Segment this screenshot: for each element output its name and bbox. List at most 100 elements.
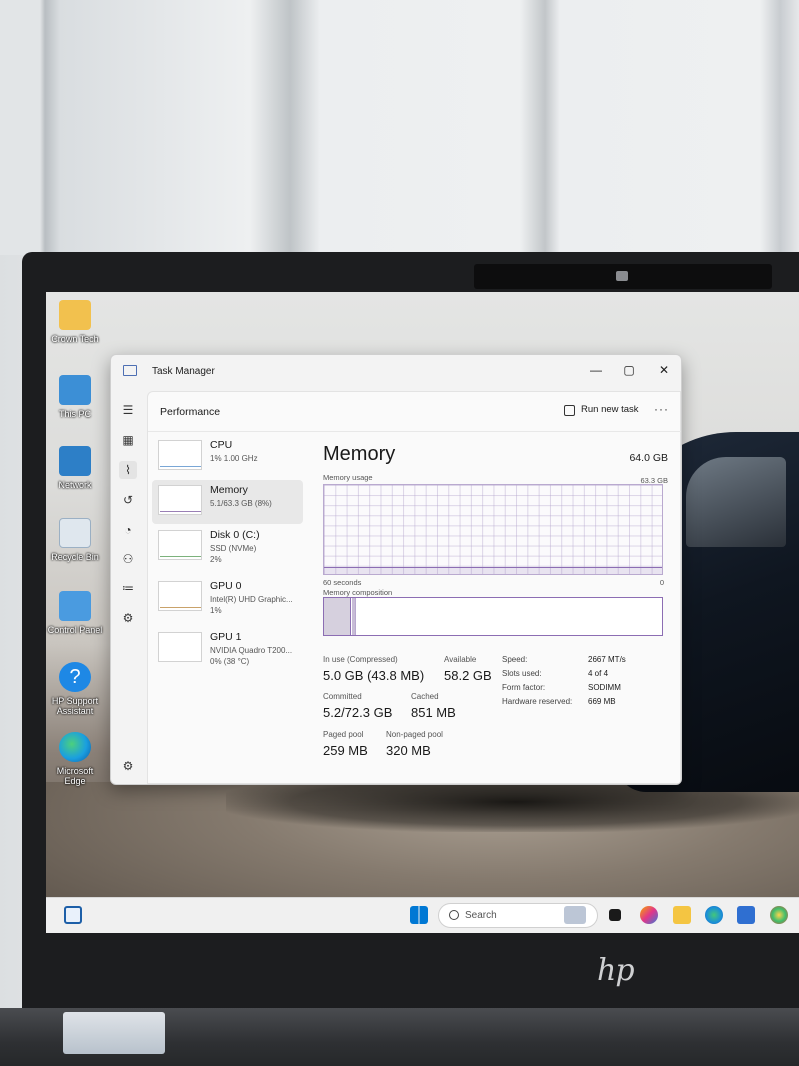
memory-usage-fill bbox=[324, 566, 662, 574]
copilot-icon[interactable] bbox=[640, 906, 658, 924]
resource-item-gpu0[interactable]: GPU 0 Intel(R) UHD Graphic... 1% bbox=[152, 576, 303, 620]
resource-detail: SSD (NVMe) bbox=[210, 544, 257, 553]
desktop-icon-label: Recycle Bin bbox=[51, 552, 99, 562]
processes-icon[interactable]: ▦ bbox=[119, 431, 137, 449]
desktop-icon-edge[interactable]: Microsoft Edge bbox=[45, 732, 105, 786]
resource-detail: NVIDIA Quadro T200... bbox=[210, 646, 293, 655]
page-title: Performance bbox=[160, 406, 221, 418]
details-icon[interactable]: ≔ bbox=[119, 579, 137, 597]
memory-thumbnail-line bbox=[160, 511, 201, 512]
resource-list: CPU 1% 1.00 GHz Memory 5.1/63.3 GB (8%) … bbox=[148, 433, 303, 784]
background-blinds bbox=[0, 0, 799, 255]
resource-item-gpu1[interactable]: GPU 1 NVIDIA Quadro T200... 0% (38 °C) bbox=[152, 627, 303, 671]
resource-usage: 1% bbox=[210, 606, 222, 615]
resource-detail: 5.1/63.3 GB (8%) bbox=[210, 499, 272, 508]
window-title: Task Manager bbox=[152, 366, 215, 377]
disk-thumbnail bbox=[158, 530, 202, 560]
task-view-icon[interactable] bbox=[609, 909, 621, 921]
desktop-icon-hp-support[interactable]: ? HP Support Assistant bbox=[45, 662, 105, 716]
paged-pool-label: Paged pool bbox=[323, 730, 364, 739]
chrome-icon[interactable] bbox=[770, 906, 788, 924]
resource-usage: 2% bbox=[210, 555, 222, 564]
spec-reserved-label: Hardware reserved: bbox=[502, 697, 573, 706]
committed-label: Committed bbox=[323, 692, 362, 701]
network-icon bbox=[59, 446, 91, 476]
desktop-icon-network[interactable]: Network bbox=[45, 446, 105, 490]
run-task-icon bbox=[564, 405, 575, 416]
spec-slots-value: 4 of 4 bbox=[588, 669, 609, 678]
desktop-icon-label: Network bbox=[58, 480, 92, 490]
desktop-icon-crown-tech[interactable]: Crown Tech bbox=[45, 300, 105, 344]
gpu0-thumbnail-line bbox=[160, 607, 201, 608]
edge-taskbar-icon[interactable] bbox=[705, 906, 723, 924]
resource-item-disk[interactable]: Disk 0 (C:) SSD (NVMe) 2% bbox=[152, 525, 303, 569]
app-history-icon[interactable]: ↺ bbox=[119, 491, 137, 509]
minimize-button[interactable]: — bbox=[581, 359, 611, 381]
menu-icon[interactable]: ☰ bbox=[119, 401, 137, 419]
desktop-icon-this-pc[interactable]: This PC bbox=[45, 375, 105, 419]
maximize-button[interactable]: ▢ bbox=[614, 359, 644, 381]
folder-user-icon bbox=[59, 300, 91, 330]
desktop-icon-control-panel[interactable]: Control Panel bbox=[45, 591, 105, 635]
gpu0-thumbnail bbox=[158, 581, 202, 611]
more-options-button[interactable]: ··· bbox=[654, 402, 669, 416]
resource-detail: Intel(R) UHD Graphic... bbox=[210, 595, 293, 604]
spec-speed-value: 2667 MT/s bbox=[588, 655, 626, 664]
recycle-bin-icon bbox=[59, 518, 91, 548]
memory-detail: Memory 64.0 GB Memory usage 63.3 GB 60 s… bbox=[323, 433, 668, 778]
search-highlight-icon bbox=[564, 906, 586, 924]
in-use-value: 5.0 GB (43.8 MB) bbox=[323, 668, 425, 683]
gpu1-thumbnail bbox=[158, 632, 202, 662]
cpu-thumbnail bbox=[158, 440, 202, 470]
spec-slots-label: Slots used: bbox=[502, 669, 542, 678]
composition-modified bbox=[352, 598, 357, 635]
services-icon[interactable]: ⚙ bbox=[119, 609, 137, 627]
store-icon[interactable] bbox=[737, 906, 755, 924]
file-explorer-icon[interactable] bbox=[673, 906, 691, 924]
title-bar[interactable]: Task Manager — ▢ ✕ bbox=[111, 355, 681, 389]
performance-icon[interactable]: ⌇ bbox=[119, 461, 137, 479]
users-icon[interactable]: ⚇ bbox=[119, 550, 137, 568]
paged-pool-value: 259 MB bbox=[323, 743, 368, 758]
startup-icon[interactable]: ◔ bbox=[119, 521, 137, 539]
help-icon: ? bbox=[59, 662, 91, 692]
desktop-icon-label: This PC bbox=[58, 409, 91, 419]
widgets-icon[interactable] bbox=[64, 906, 82, 924]
resource-name: GPU 0 bbox=[210, 580, 242, 592]
cpu-thumbnail-line bbox=[160, 466, 201, 467]
composition-in-use bbox=[324, 598, 352, 635]
performance-header: Performance Run new task ··· bbox=[148, 392, 681, 432]
monitor-icon bbox=[59, 375, 91, 405]
webcam-icon bbox=[616, 271, 628, 281]
resource-usage: 0% (38 °C) bbox=[210, 657, 250, 666]
memory-title: Memory bbox=[323, 443, 396, 465]
close-button[interactable]: ✕ bbox=[649, 359, 679, 381]
control-panel-icon bbox=[59, 591, 91, 621]
desktop-icon-recycle-bin[interactable]: Recycle Bin bbox=[45, 518, 105, 562]
performance-pane: Performance Run new task ··· CPU 1% 1.00… bbox=[147, 391, 681, 784]
run-new-task-button[interactable]: Run new task bbox=[581, 404, 639, 415]
in-use-label: In use (Compressed) bbox=[323, 655, 398, 664]
nav-rail: ☰ ▦ ⌇ ↺ ◔ ⚇ ≔ ⚙ ⚙ bbox=[111, 391, 145, 784]
cached-value: 851 MB bbox=[411, 705, 456, 720]
search-placeholder: Search bbox=[465, 910, 497, 921]
cached-label: Cached bbox=[411, 692, 439, 701]
desktop-icon-label: HP Support Assistant bbox=[51, 696, 99, 716]
start-icon[interactable] bbox=[410, 906, 428, 924]
desktop-icon-label: Crown Tech bbox=[51, 334, 99, 344]
taskbar: Search bbox=[46, 897, 799, 933]
resource-item-memory[interactable]: Memory 5.1/63.3 GB (8%) bbox=[152, 480, 303, 524]
settings-icon[interactable]: ⚙ bbox=[119, 757, 137, 775]
desktop-icon-label: Control Panel bbox=[47, 625, 103, 635]
resource-item-cpu[interactable]: CPU 1% 1.00 GHz bbox=[152, 435, 303, 479]
nonpaged-pool-value: 320 MB bbox=[386, 743, 431, 758]
task-manager-window: Task Manager — ▢ ✕ ☰ ▦ ⌇ ↺ ◔ ⚇ ≔ ⚙ ⚙ Per… bbox=[110, 354, 682, 785]
resource-detail: 1% 1.00 GHz bbox=[210, 454, 258, 463]
memory-usage-label: Memory usage bbox=[323, 473, 373, 482]
time-span-label: 60 seconds bbox=[323, 578, 362, 587]
resource-name: CPU bbox=[210, 439, 233, 451]
resource-name: GPU 1 bbox=[210, 631, 242, 643]
spec-form-value: SODIMM bbox=[588, 683, 621, 692]
edge-icon bbox=[59, 732, 91, 762]
memory-usage-graph bbox=[323, 484, 663, 575]
